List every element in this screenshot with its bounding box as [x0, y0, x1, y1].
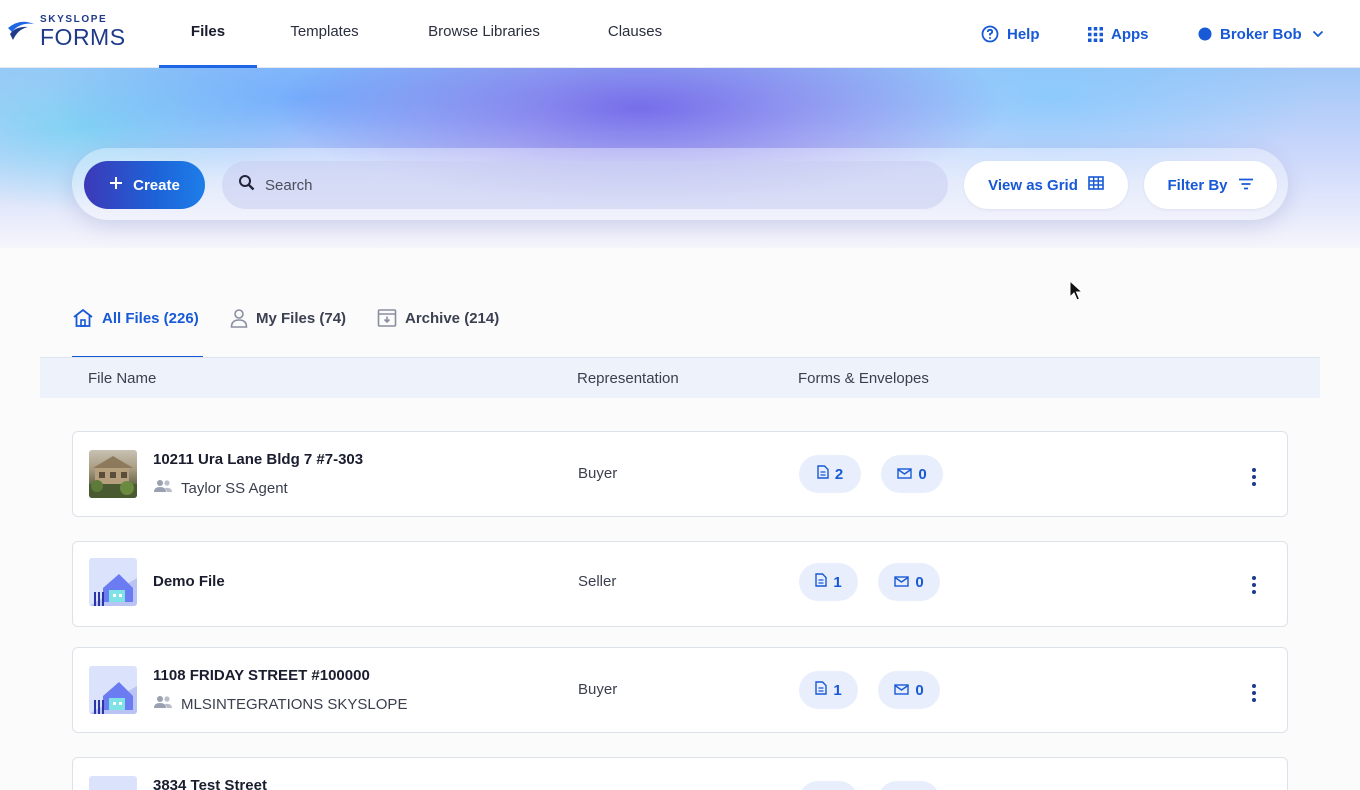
file-agent: MLSINTEGRATIONS SKYSLOPE [153, 695, 407, 713]
forms-count: 1 [833, 573, 842, 591]
filter-by-button[interactable]: Filter By [1144, 161, 1277, 209]
envelopes-count: 0 [918, 465, 927, 483]
help-link[interactable]: Help [981, 0, 1040, 68]
representation-value: Seller [578, 573, 617, 590]
chevron-down-icon [1312, 30, 1324, 38]
apps-label: Apps [1111, 25, 1149, 43]
house-illustration-thumbnail [89, 666, 137, 714]
view-as-grid-label: View as Grid [988, 176, 1078, 194]
tab-all-files-label: All Files (226) [102, 310, 199, 327]
table-row[interactable]: 10211 Ura Lane Bldg 7 #7-303 Taylor SS A… [72, 431, 1288, 517]
filter-by-label: Filter By [1167, 176, 1228, 194]
search-bar[interactable] [222, 161, 948, 209]
house-illustration-thumbnail [89, 776, 137, 790]
skyslope-forms-logo[interactable]: SKYSLOPE FORMS [6, 14, 136, 54]
user-menu[interactable]: Broker Bob [1198, 0, 1324, 68]
column-header-forms-envelopes[interactable]: Forms & Envelopes [798, 370, 929, 387]
help-label: Help [1007, 25, 1040, 43]
house-photo-thumbnail [89, 450, 137, 498]
document-icon [815, 573, 828, 591]
representation-value: Buyer [578, 465, 618, 482]
envelopes-count: 0 [915, 573, 924, 591]
table-row[interactable]: 1108 FRIDAY STREET #100000 MLSINTEGRATIO… [72, 647, 1288, 733]
representation-value: Buyer [578, 681, 618, 698]
column-header-file-name[interactable]: File Name [88, 370, 156, 387]
user-name: Broker Bob [1220, 25, 1302, 43]
nav-tab-files[interactable]: Files [159, 0, 257, 68]
tab-archive[interactable]: Archive (214) [377, 306, 507, 358]
file-name[interactable]: Demo File [153, 573, 225, 590]
forms-count-chip[interactable]: 1 [799, 563, 858, 601]
forms-count-chip[interactable]: 2 [799, 455, 861, 493]
more-options-icon[interactable] [1251, 468, 1257, 486]
file-name[interactable]: 10211 Ura Lane Bldg 7 #7-303 [153, 451, 363, 468]
people-icon [153, 695, 173, 713]
nav-tab-clauses[interactable]: Clauses [593, 0, 677, 68]
nav-tab-browse-libraries[interactable]: Browse Libraries [410, 0, 558, 68]
more-options-icon[interactable] [1251, 684, 1257, 702]
nav-tab-templates[interactable]: Templates [274, 0, 375, 68]
swoosh-logo-icon [8, 21, 34, 40]
apps-link[interactable]: Apps [1088, 0, 1149, 68]
envelopes-count: 0 [915, 681, 924, 699]
home-icon [72, 308, 94, 328]
envelope-icon [894, 574, 910, 591]
file-name[interactable]: 3834 Test Street [153, 777, 267, 790]
document-icon [817, 465, 829, 483]
tab-my-files-label: My Files (74) [256, 310, 347, 327]
file-agent: Taylor SS Agent [153, 479, 288, 497]
people-icon [153, 479, 173, 497]
document-icon [815, 681, 828, 699]
envelope-icon [894, 682, 910, 699]
forms-count: 1 [833, 681, 842, 699]
table-row[interactable]: Demo File Seller 1 0 [72, 541, 1288, 627]
envelopes-count-chip[interactable]: 0 [878, 671, 940, 709]
envelope-icon [897, 466, 913, 483]
user-status-dot-icon [1198, 27, 1212, 41]
forms-count-chip[interactable]: 1 [799, 671, 858, 709]
grid-dots-icon [1088, 26, 1103, 42]
create-button[interactable]: Create [84, 161, 205, 209]
forms-count: 2 [834, 465, 844, 483]
brand-main-text: FORMS [40, 24, 126, 50]
envelopes-count-chip[interactable]: 0 [881, 455, 943, 493]
view-as-grid-button[interactable]: View as Grid [964, 161, 1128, 209]
agent-name: Taylor SS Agent [181, 479, 288, 497]
archive-icon [377, 308, 397, 328]
top-nav: SKYSLOPE FORMS Files Templates Browse Li… [0, 0, 1360, 68]
search-icon [238, 174, 255, 196]
agent-name: MLSINTEGRATIONS SKYSLOPE [181, 695, 408, 713]
grid-view-icon [1088, 176, 1104, 194]
help-circle-icon [981, 25, 999, 43]
mouse-pointer-icon [1069, 279, 1084, 307]
filter-lines-icon [1238, 177, 1254, 194]
forms-count-chip[interactable] [799, 781, 858, 790]
envelopes-count-chip[interactable] [878, 781, 940, 790]
more-options-icon[interactable] [1251, 576, 1257, 594]
plus-icon [109, 176, 123, 194]
person-icon [230, 308, 248, 328]
house-illustration-thumbnail [89, 558, 137, 606]
table-header: File Name Representation Forms & Envelop… [40, 357, 1320, 398]
table-row[interactable]: 3834 Test Street [72, 757, 1288, 790]
file-name[interactable]: 1108 FRIDAY STREET #100000 [153, 667, 370, 684]
tab-all-files[interactable]: All Files (226) [72, 306, 203, 358]
envelopes-count-chip[interactable]: 0 [878, 563, 940, 601]
column-header-representation[interactable]: Representation [577, 370, 679, 387]
search-input[interactable] [265, 176, 865, 194]
tab-my-files[interactable]: My Files (74) [230, 306, 355, 358]
create-label: Create [133, 176, 180, 194]
tab-archive-label: Archive (214) [405, 310, 500, 327]
